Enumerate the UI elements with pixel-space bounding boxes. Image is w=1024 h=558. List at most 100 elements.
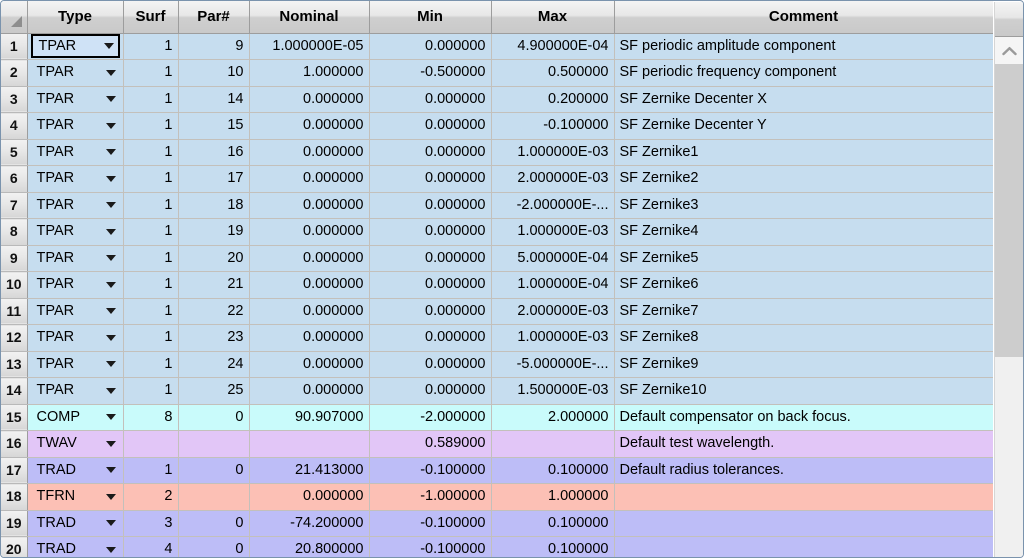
- type-dropdown[interactable]: TPAR: [31, 168, 120, 190]
- par-cell[interactable]: 24: [178, 351, 250, 378]
- type-dropdown-cell[interactable]: TPAR: [27, 112, 124, 140]
- surf-cell[interactable]: 1: [123, 192, 179, 219]
- min-cell[interactable]: 0.000000: [369, 218, 492, 246]
- type-dropdown-cell[interactable]: TPAR: [27, 139, 124, 166]
- table-row[interactable]: 8 TPAR 1 19 0.000000 0.000000 1.000000E-03 SF Z…: [1, 218, 993, 246]
- surf-cell[interactable]: 1: [123, 324, 179, 352]
- row-number-cell[interactable]: 3: [1, 86, 28, 113]
- table-row[interactable]: 5 TPAR 1 16 0.000000 0.000000 1.000000E-03 SF Z…: [1, 139, 993, 166]
- chevron-down-icon[interactable]: [105, 122, 116, 129]
- par-cell[interactable]: 10: [178, 59, 250, 87]
- row-number-cell[interactable]: 11: [1, 298, 28, 325]
- type-dropdown[interactable]: TRAD: [31, 512, 120, 534]
- table-row[interactable]: 17 TRAD 1 0 21.413000 -0.100000 0.100000 Defaul…: [1, 457, 993, 484]
- max-cell[interactable]: 1.000000E-03: [491, 139, 615, 166]
- type-dropdown-cell[interactable]: TPAR: [27, 377, 124, 405]
- surf-cell[interactable]: 1: [123, 59, 179, 87]
- type-dropdown-cell[interactable]: TPAR: [27, 271, 124, 299]
- nominal-cell[interactable]: 0.000000: [249, 324, 370, 352]
- type-dropdown[interactable]: TPAR: [31, 88, 120, 110]
- type-dropdown[interactable]: TPAR: [31, 380, 120, 402]
- type-dropdown-cell[interactable]: TPAR: [27, 59, 124, 87]
- comment-cell[interactable]: SF Zernike6: [614, 271, 993, 299]
- type-dropdown[interactable]: TPAR: [31, 115, 120, 137]
- max-cell[interactable]: 4.900000E-04: [491, 33, 615, 60]
- surf-cell[interactable]: 1: [123, 377, 179, 405]
- par-cell[interactable]: 9: [178, 33, 250, 60]
- nominal-cell[interactable]: 1.000000E-05: [249, 33, 370, 60]
- column-header-min[interactable]: Min: [369, 1, 492, 34]
- nominal-cell[interactable]: 90.907000: [249, 404, 370, 431]
- comment-cell[interactable]: SF Zernike8: [614, 324, 993, 352]
- min-cell[interactable]: 0.000000: [369, 192, 492, 219]
- max-cell[interactable]: 0.100000: [491, 457, 615, 484]
- row-number-cell[interactable]: 9: [1, 245, 28, 272]
- surf-cell[interactable]: 2: [123, 483, 179, 511]
- comment-cell[interactable]: SF Zernike2: [614, 165, 993, 193]
- par-cell[interactable]: 17: [178, 165, 250, 193]
- type-dropdown[interactable]: TPAR: [31, 300, 120, 322]
- column-header-comment[interactable]: Comment: [614, 1, 993, 34]
- type-dropdown-cell[interactable]: TPAR: [27, 86, 124, 113]
- row-number-cell[interactable]: 1: [1, 33, 28, 60]
- min-cell[interactable]: 0.000000: [369, 33, 492, 60]
- min-cell[interactable]: 0.000000: [369, 112, 492, 140]
- type-dropdown[interactable]: TWAV: [31, 433, 120, 455]
- max-cell[interactable]: 1.500000E-03: [491, 377, 615, 405]
- chevron-down-icon[interactable]: [105, 467, 116, 474]
- max-cell[interactable]: 0.100000: [491, 510, 615, 537]
- table-row[interactable]: 10 TPAR 1 21 0.000000 0.000000 1.000000E-04 SF …: [1, 271, 993, 299]
- max-cell[interactable]: 1.000000E-04: [491, 271, 615, 299]
- row-number-cell[interactable]: 2: [1, 59, 28, 87]
- table-row[interactable]: 9 TPAR 1 20 0.000000 0.000000 5.000000E-04 SF Z…: [1, 245, 993, 272]
- nominal-cell[interactable]: 21.413000: [249, 457, 370, 484]
- chevron-down-icon[interactable]: [105, 334, 116, 341]
- par-cell[interactable]: 0: [178, 510, 250, 537]
- surf-cell[interactable]: 1: [123, 245, 179, 272]
- nominal-cell[interactable]: 0.000000: [249, 245, 370, 272]
- comment-cell[interactable]: [614, 536, 993, 557]
- nominal-cell[interactable]: 0.000000: [249, 271, 370, 299]
- surf-cell[interactable]: 1: [123, 86, 179, 113]
- nominal-cell[interactable]: 0.000000: [249, 218, 370, 246]
- row-number-cell[interactable]: 18: [1, 483, 28, 511]
- nominal-cell[interactable]: 0.000000: [249, 192, 370, 219]
- par-cell[interactable]: 22: [178, 298, 250, 325]
- comment-cell[interactable]: SF Zernike Decenter Y: [614, 112, 993, 140]
- surf-cell[interactable]: 1: [123, 139, 179, 166]
- table-row[interactable]: 13 TPAR 1 24 0.000000 0.000000 -5.000000E-... S…: [1, 351, 993, 378]
- nominal-cell[interactable]: 0.000000: [249, 86, 370, 113]
- table-row[interactable]: 14 TPAR 1 25 0.000000 0.000000 1.500000E-03 SF …: [1, 377, 993, 405]
- row-number-cell[interactable]: 15: [1, 404, 28, 431]
- max-cell[interactable]: 5.000000E-04: [491, 245, 615, 272]
- par-cell[interactable]: [178, 430, 250, 458]
- min-cell[interactable]: -0.100000: [369, 457, 492, 484]
- nominal-cell[interactable]: 0.000000: [249, 112, 370, 140]
- par-cell[interactable]: 20: [178, 245, 250, 272]
- max-cell[interactable]: 1.000000E-03: [491, 324, 615, 352]
- comment-cell[interactable]: SF Zernike5: [614, 245, 993, 272]
- comment-cell[interactable]: [614, 510, 993, 537]
- max-cell[interactable]: [491, 430, 615, 458]
- table-row[interactable]: 15 COMP 8 0 90.907000 -2.000000 2.000000 Defaul…: [1, 404, 993, 431]
- row-number-cell[interactable]: 8: [1, 218, 28, 246]
- comment-cell[interactable]: SF Zernike10: [614, 377, 993, 405]
- min-cell[interactable]: 0.000000: [369, 298, 492, 325]
- par-cell[interactable]: 23: [178, 324, 250, 352]
- type-dropdown[interactable]: TPAR: [31, 194, 120, 216]
- min-cell[interactable]: 0.000000: [369, 86, 492, 113]
- nominal-cell[interactable]: -74.200000: [249, 510, 370, 537]
- nominal-cell[interactable]: 1.000000: [249, 59, 370, 87]
- chevron-down-icon[interactable]: [105, 520, 116, 527]
- par-cell[interactable]: 16: [178, 139, 250, 166]
- max-cell[interactable]: 2.000000E-03: [491, 165, 615, 193]
- chevron-down-icon[interactable]: [105, 361, 116, 368]
- type-dropdown-cell[interactable]: TPAR: [27, 245, 124, 272]
- surf-cell[interactable]: 3: [123, 510, 179, 537]
- column-header-type[interactable]: Type: [27, 1, 124, 34]
- comment-cell[interactable]: SF Zernike3: [614, 192, 993, 219]
- par-cell[interactable]: 18: [178, 192, 250, 219]
- par-cell[interactable]: 14: [178, 86, 250, 113]
- row-number-cell[interactable]: 17: [1, 457, 28, 484]
- row-number-cell[interactable]: 4: [1, 112, 28, 140]
